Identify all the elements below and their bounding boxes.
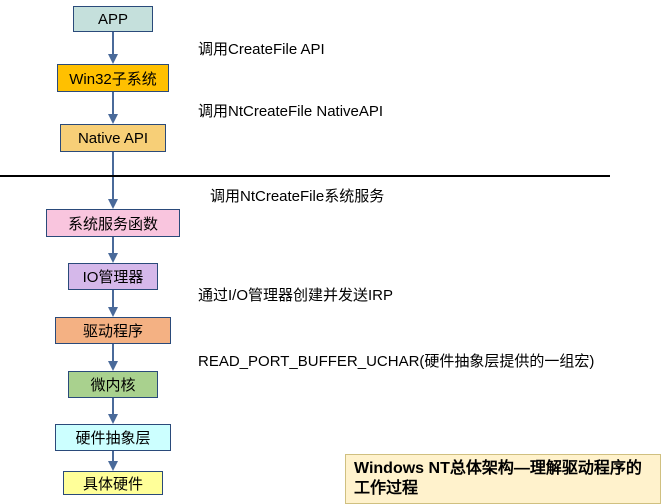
arrow-iomgr-driver-head <box>108 307 118 317</box>
arrow-kernel-hal-head <box>108 414 118 424</box>
arrow-svc-iomgr-head <box>108 253 118 263</box>
box-hal: 硬件抽象层 <box>55 424 171 451</box>
box-kernel-label: 微内核 <box>90 374 135 395</box>
arrow-iomgr-driver-line <box>112 290 114 307</box>
diagram-caption: Windows NT总体架构—理解驱动程序的工作过程 <box>345 454 661 504</box>
box-win32: Win32子系统 <box>57 64 169 92</box>
caption-text: Windows NT总体架构—理解驱动程序的工作过程 <box>354 460 642 497</box>
box-driver: 驱动程序 <box>55 317 171 344</box>
box-iomgr: IO管理器 <box>68 263 158 290</box>
user-kernel-divider <box>0 175 610 177</box>
box-hal-label: 硬件抽象层 <box>75 427 150 448</box>
label-createfile: 调用CreateFile API <box>198 38 325 59</box>
arrow-hal-hw-head <box>108 461 118 471</box>
arrow-app-win32-line <box>112 32 114 54</box>
arrow-kernel-hal-line <box>112 398 114 414</box>
box-native-label: Native API <box>78 130 148 147</box>
box-win32-label: Win32子系统 <box>69 68 157 89</box>
box-app-label: APP <box>98 11 128 28</box>
arrow-native-svc-head <box>108 199 118 209</box>
box-hw: 具体硬件 <box>63 471 163 495</box>
arrow-svc-iomgr-line <box>112 237 114 253</box>
box-iomgr-label: IO管理器 <box>83 266 144 287</box>
label-readport: READ_PORT_BUFFER_UCHAR(硬件抽象层提供的一组宏) <box>198 350 594 371</box>
box-kernel: 微内核 <box>68 371 158 398</box>
arrow-app-win32-head <box>108 54 118 64</box>
box-svc-label: 系统服务函数 <box>68 213 158 234</box>
box-native: Native API <box>60 124 166 152</box>
box-hw-label: 具体硬件 <box>83 473 143 494</box>
box-svc: 系统服务函数 <box>46 209 180 237</box>
arrow-win32-native-head <box>108 114 118 124</box>
box-app: APP <box>73 6 153 32</box>
label-ntcreatefile-svc: 调用NtCreateFile系统服务 <box>210 185 384 206</box>
arrow-driver-kernel-line <box>112 344 114 361</box>
label-ntcreatefile-api: 调用NtCreateFile NativeAPI <box>198 100 383 121</box>
arrow-driver-kernel-head <box>108 361 118 371</box>
box-driver-label: 驱动程序 <box>83 320 143 341</box>
arrow-win32-native-line <box>112 92 114 114</box>
label-irp: 通过I/O管理器创建并发送IRP <box>198 284 393 305</box>
